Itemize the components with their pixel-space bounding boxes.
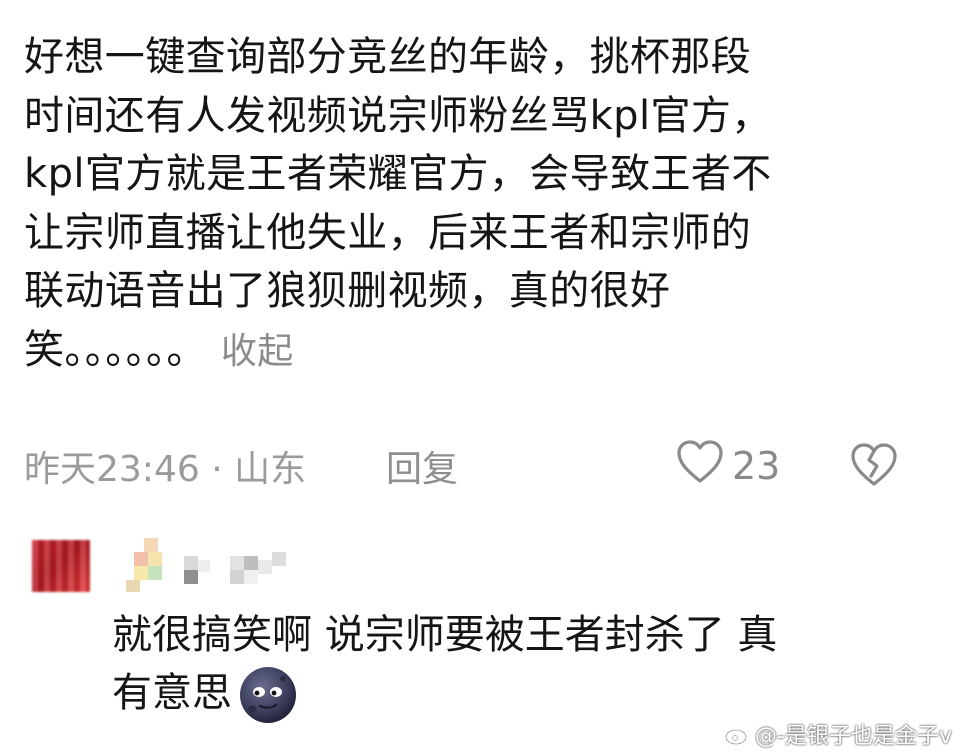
weibo-watermark: @-是银子也是金子v: [725, 718, 952, 750]
comment-line: 时间还有人发视频说宗师粉丝骂kpl官方，: [24, 92, 772, 139]
comment-line: 好想一键查询部分竞丝的年龄，挑杯那段: [24, 34, 752, 80]
comment-line: 联动语音出了狼狈删视频，真的很好: [24, 268, 671, 314]
like-button[interactable]: 23: [676, 438, 780, 494]
watermark-text: @-是银子也是金子v: [755, 724, 952, 749]
broken-heart-icon[interactable]: [850, 442, 898, 497]
comment-line: 让宗师直播让他失业，后来王者和宗师的: [24, 209, 752, 256]
collapse-link[interactable]: 收起: [221, 331, 294, 372]
previous-content-cropped: [0, 0, 960, 14]
new-moon-face-emoji: [238, 665, 298, 725]
comment-line: 笑。。。。。。: [24, 326, 207, 373]
reply-line: 有意思: [112, 670, 232, 716]
heart-outline-icon: [676, 439, 724, 494]
reply-button[interactable]: 回复: [386, 440, 458, 492]
like-count: 23: [732, 444, 781, 488]
reply-line-last: 有意思: [112, 664, 932, 725]
comment-timestamp: 昨天23:46 · 山东: [24, 449, 307, 490]
weibo-icon: [725, 725, 751, 745]
reply-line: 就很搞笑啊 说宗师要被王者封杀了 真: [112, 612, 778, 658]
reply-body: 就很搞笑啊 说宗师要被王者封杀了 真 有意思: [112, 606, 932, 725]
username-redacted: [126, 538, 296, 594]
comment-meta-row: 昨天23:46 · 山东 回复 23: [24, 438, 944, 494]
comment-body: 好想一键查询部分竞丝的年龄，挑杯那段 时间还有人发视频说宗师粉丝骂kpl官方， …: [24, 28, 924, 381]
comment-line-last: 笑。。。。。。 收起: [24, 321, 924, 382]
comment-line: kpl官方就是王者荣耀官方，会导致王者不: [24, 151, 772, 197]
avatar[interactable]: [32, 540, 90, 592]
